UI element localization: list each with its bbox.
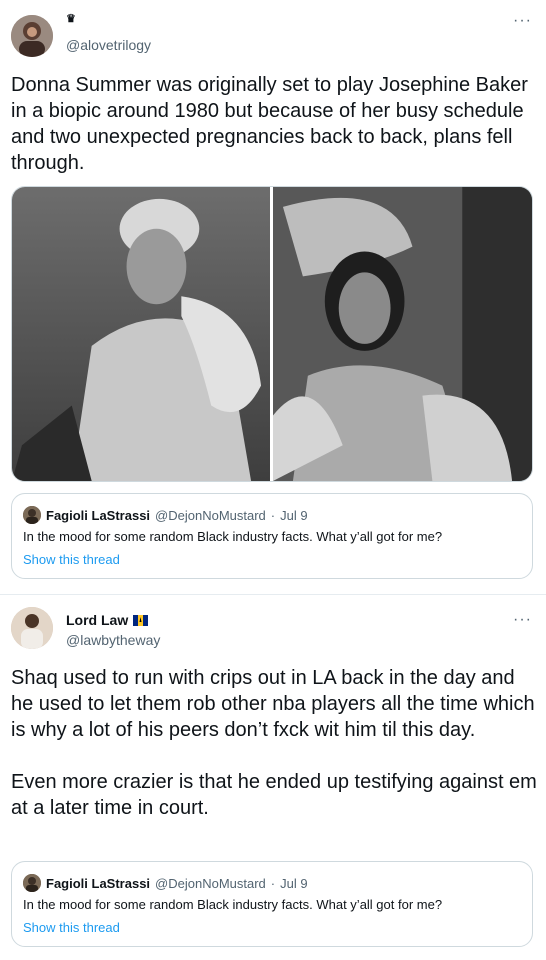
- tweet-text: Shaq used to run with crips out in LA ba…: [11, 667, 537, 819]
- display-name[interactable]: ♛: [66, 12, 76, 25]
- avatar[interactable]: [11, 15, 53, 57]
- display-name[interactable]: Lord Law: [66, 612, 149, 628]
- more-options-icon[interactable]: ···: [513, 611, 532, 629]
- quoted-display-name: Fagioli LaStrassi: [46, 507, 151, 523]
- user-handle[interactable]: @alovetrilogy: [66, 37, 151, 53]
- more-options-icon[interactable]: ···: [513, 12, 532, 30]
- tweet-1[interactable]: ♛ @alovetrilogy ··· Donna Summer was ori…: [0, 0, 546, 595]
- quoted-separator: ·: [270, 507, 276, 523]
- show-thread-link[interactable]: Show this thread: [23, 552, 120, 567]
- media-grid[interactable]: [11, 186, 533, 482]
- quoted-avatar: [23, 874, 41, 892]
- tweet-2[interactable]: Lord Law @lawbytheway ··· Shaq used to r…: [0, 595, 546, 960]
- quoted-date: Jul 9: [280, 875, 308, 891]
- quoted-handle: @DejonNoMustard: [155, 507, 266, 523]
- photo-donna-summer[interactable]: [273, 187, 532, 481]
- quoted-separator: ·: [270, 875, 276, 891]
- display-name-text: Lord Law: [66, 612, 129, 628]
- quoted-tweet[interactable]: Fagioli LaStrassi @DejonNoMustard · Jul …: [11, 493, 533, 579]
- barbados-flag-icon: [133, 614, 149, 626]
- avatar[interactable]: [11, 607, 53, 649]
- crown-icon: ♛: [66, 13, 76, 25]
- quoted-text: In the mood for some random Black indust…: [23, 897, 443, 912]
- tweet-text: Donna Summer was originally set to play …: [11, 74, 528, 174]
- show-thread-link[interactable]: Show this thread: [23, 920, 120, 935]
- quoted-handle: @DejonNoMustard: [155, 875, 266, 891]
- photo-josephine-baker[interactable]: [12, 187, 270, 481]
- quoted-tweet[interactable]: Fagioli LaStrassi @DejonNoMustard · Jul …: [11, 861, 533, 947]
- quoted-text: In the mood for some random Black indust…: [23, 529, 443, 544]
- quoted-display-name: Fagioli LaStrassi: [46, 875, 151, 891]
- quoted-date: Jul 9: [280, 507, 308, 523]
- quoted-avatar: [23, 506, 41, 524]
- user-handle[interactable]: @lawbytheway: [66, 632, 160, 648]
